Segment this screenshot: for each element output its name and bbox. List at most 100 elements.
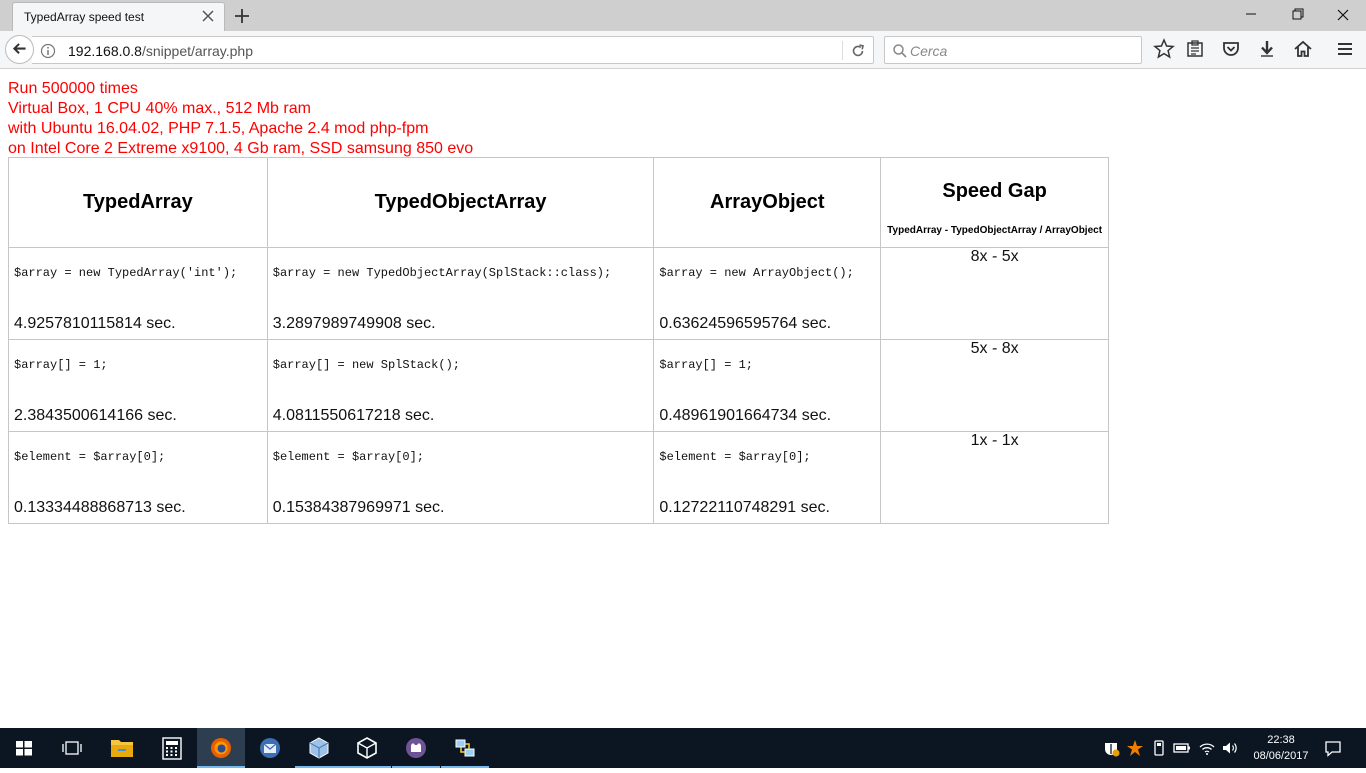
taskbar-app[interactable] [98,728,146,768]
table-cell: $array[] = 1; 0.48961901664734 sec. [653,339,882,432]
url-divider [842,41,843,60]
wifi-icon[interactable] [1197,738,1217,758]
tab-active[interactable]: TypedArray speed test [12,2,225,31]
taskbar: 22:38 08/06/2017 [0,728,1366,768]
time-value: 0.63624596595764 sec. [659,315,832,332]
taskbar-app[interactable] [343,728,391,768]
intro-line: with Ubuntu 16.04.02, PHP 7.1.5, Apache … [8,120,429,137]
table-cell: $element = $array[0]; 0.15384387969971 se… [266,431,655,524]
speed-gap-header: Speed Gap TypedArray - TypedObjectArray … [880,157,1109,248]
table-row: $element = $array[0]; 0.13334488868713 se… [8,431,1109,524]
intro-text: Run 500000 times Virtual Box, 1 CPU 40% … [8,79,473,159]
clock-date: 08/06/2017 [1253,750,1309,762]
column-header: TypedArray [8,157,268,248]
tab-title: TypedArray speed test [24,10,145,24]
pocket-icon[interactable] [1219,37,1243,61]
url-host: 192.168.0.8 [68,43,142,59]
home-icon[interactable] [1291,37,1315,61]
taskbar-app-active[interactable] [197,728,245,768]
time-value: 0.13334488868713 sec. [14,499,186,516]
virtualbox-vm-icon [357,737,377,759]
speed-gap-value: 5x - 8x [880,339,1109,432]
clock[interactable]: 22:38 08/06/2017 [1244,732,1318,764]
table-cell: $element = $array[0]; 0.12722110748291 se… [653,431,882,524]
table-cell: $array = new TypedObjectArray(SplStack::… [266,247,655,340]
code-snippet: $array[] = new SplStack(); [272,358,460,372]
table-cell: $array[] = 1; 2.3843500614166 sec. [8,339,268,432]
search-icon [893,44,907,58]
task-view-icon [62,741,82,755]
task-view-button[interactable] [48,728,96,768]
time-value: 4.0811550617218 sec. [272,407,435,424]
time-value: 0.15384387969971 sec. [272,499,445,516]
code-snippet: $array = new TypedObjectArray(SplStack::… [272,266,612,280]
menu-icon[interactable] [1333,37,1357,61]
reload-icon[interactable] [850,43,866,59]
intro-line: Run 500000 times [8,80,138,97]
code-snippet: $array = new ArrayObject(); [659,266,854,280]
table-cell: $array[] = new SplStack(); 4.081155061721… [266,339,655,432]
search-input[interactable] [910,41,1130,60]
time-value: 2.3843500614166 sec. [14,407,177,424]
url-path: /snippet/array.php [141,43,253,59]
url-text[interactable]: 192.168.0.8/snippet/array.php [68,43,253,59]
speed-table: TypedArray TypedObjectArray ArrayObject … [8,157,1109,524]
downloads-icon[interactable] [1255,37,1279,61]
speed-gap-title: Speed Gap [942,180,1047,202]
start-button[interactable] [0,728,48,768]
action-center-icon[interactable] [1323,738,1343,758]
time-value: 4.9257810115814 sec. [14,315,176,332]
url-bar[interactable]: 192.168.0.8/snippet/array.php [32,36,874,64]
file-explorer-icon [111,740,133,757]
taskbar-app[interactable] [392,728,440,768]
firefox-icon [211,738,231,758]
reading-list-icon[interactable] [1183,37,1207,61]
intro-line: Virtual Box, 1 CPU 40% max., 512 Mb ram [8,100,311,117]
speed-gap-value: 8x - 5x [880,247,1109,340]
close-tab-icon[interactable] [200,8,216,24]
taskbar-app[interactable] [148,728,196,768]
usb-drive-icon[interactable] [1149,738,1169,758]
speed-gap-subtitle: TypedArray - TypedObjectArray / ArrayObj… [887,225,1103,236]
time-value: 3.2897989749908 sec. [272,315,436,332]
time-value: 0.48961901664734 sec. [659,407,832,424]
volume-icon[interactable] [1220,738,1240,758]
windows-start-icon [16,741,32,756]
table-cell: $array = new TypedArray('int'); 4.9257810… [8,247,268,340]
thunderbird-icon [260,738,280,758]
column-header: ArrayObject [653,157,882,248]
security-shield-icon[interactable] [1101,738,1121,758]
new-tab-icon[interactable] [232,6,252,26]
table-header-row: TypedArray TypedObjectArray ArrayObject … [8,157,1109,248]
code-snippet: $element = $array[0]; [659,450,811,464]
network-tool-icon [455,739,475,757]
search-bar[interactable] [884,36,1142,64]
taskbar-app[interactable] [295,728,343,768]
back-button[interactable] [5,35,34,64]
bookmark-star-icon[interactable] [1152,37,1176,61]
code-snippet: $element = $array[0]; [14,450,166,464]
github-desktop-icon [406,738,426,758]
taskbar-app[interactable] [246,728,294,768]
clock-time: 22:38 [1267,734,1295,746]
minimize-icon[interactable] [1228,0,1274,30]
nav-bar: 192.168.0.8/snippet/array.php [0,31,1366,69]
column-header: TypedObjectArray [266,157,655,248]
code-snippet: $array = new TypedArray('int'); [14,266,238,280]
page-content: Run 500000 times Virtual Box, 1 CPU 40% … [0,70,1366,728]
calculator-icon [162,737,182,760]
code-snippet: $array[] = 1; [14,358,108,372]
code-snippet: $element = $array[0]; [272,450,424,464]
taskbar-app[interactable] [441,728,489,768]
speed-gap-value: 1x - 1x [880,431,1109,524]
info-icon[interactable] [40,43,56,59]
battery-icon[interactable] [1172,738,1192,758]
back-arrow-icon [12,43,26,54]
avast-icon[interactable] [1125,738,1145,758]
table-cell: $array = new ArrayObject(); 0.63624596595… [653,247,882,340]
table-cell: $element = $array[0]; 0.13334488868713 se… [8,431,268,524]
close-window-icon[interactable] [1320,0,1366,30]
virtualbox-icon [309,737,329,759]
restore-icon[interactable] [1274,0,1320,30]
tab-strip: TypedArray speed test [0,0,1366,31]
